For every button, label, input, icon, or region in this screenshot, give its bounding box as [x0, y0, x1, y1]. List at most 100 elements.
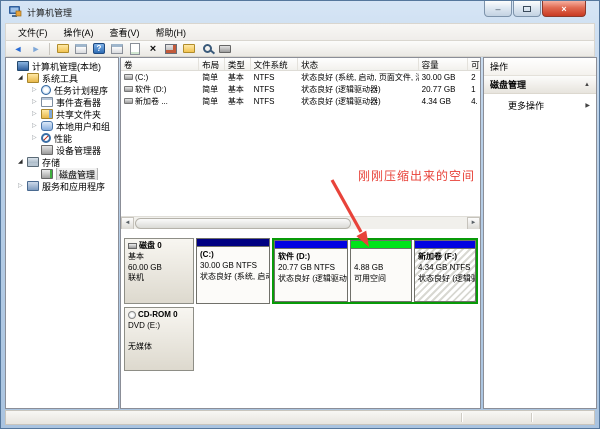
actions-pane: 操作 磁盘管理 ▲ 更多操作 ▶	[483, 57, 597, 409]
cdrom-row: CD-ROM 0 DVD (E:) 无媒体	[124, 307, 194, 371]
forward-icon[interactable]: ►	[29, 42, 43, 55]
sidebar-item-performance[interactable]: ▷ 性能	[6, 132, 118, 144]
menu-view[interactable]: 查看(V)	[102, 24, 148, 41]
logical-drive-bar	[275, 241, 347, 249]
disk-management-pane: 卷 布局 类型 文件系统 状态 容量 可 (C:) 简单 基本 NTFS 状态良…	[120, 57, 481, 409]
export-list-icon[interactable]	[128, 42, 142, 55]
graphical-view: 磁盘 0 基本 60.00 GB 联机 (C:) 30.00 GB NTFS 状…	[121, 229, 480, 391]
search-icon[interactable]	[200, 42, 214, 55]
properties-icon[interactable]	[164, 42, 178, 55]
extended-partition-frame: 软件 (D:) 20.77 GB NTFS 状态良好 (逻辑驱动 4.88 GB…	[272, 238, 478, 304]
status-bar	[5, 410, 595, 425]
toolbar-separator	[49, 43, 50, 55]
column-free-space[interactable]: 可	[468, 58, 480, 70]
help-icon[interactable]: ?	[92, 42, 106, 55]
sidebar-item-services-applications[interactable]: ▷ 服务和应用程序	[6, 180, 118, 192]
sidebar-item-shared-folders[interactable]: ▷ 共享文件夹	[6, 108, 118, 120]
back-icon[interactable]: ◄	[11, 42, 25, 55]
primary-partition-bar	[197, 239, 269, 247]
collapse-arrow-icon[interactable]: ▷	[32, 108, 41, 120]
more-actions-item[interactable]: 更多操作 ▶	[484, 94, 596, 112]
sidebar-item-disk-management[interactable]: 磁盘管理	[6, 168, 118, 180]
volume-icon	[124, 86, 133, 92]
chevron-up-icon[interactable]: ▲	[584, 82, 590, 88]
volume-row-f[interactable]: 新加卷 ... 简单 基本 NTFS 状态良好 (逻辑驱动器) 4.34 GB …	[121, 95, 480, 107]
services-icon	[27, 181, 39, 191]
status-separator	[461, 413, 462, 422]
column-status[interactable]: 状态	[298, 58, 419, 70]
expand-arrow-icon[interactable]: ◢	[18, 156, 27, 168]
sidebar-item-computer-management[interactable]: 计算机管理(本地)	[6, 60, 118, 72]
sidebar-item-system-tools[interactable]: ◢ 系统工具	[6, 72, 118, 84]
column-type[interactable]: 类型	[225, 58, 251, 70]
cd-icon	[128, 311, 136, 319]
partition-d[interactable]: 软件 (D:) 20.77 GB NTFS 状态良好 (逻辑驱动	[274, 240, 348, 302]
disk0-label[interactable]: 磁盘 0 基本 60.00 GB 联机	[124, 238, 194, 304]
menu-file[interactable]: 文件(F)	[10, 24, 56, 41]
sidebar-item-local-users-groups[interactable]: ▷ 本地用户和组	[6, 120, 118, 132]
maximize-button[interactable]	[513, 1, 541, 17]
status-separator	[531, 413, 532, 422]
disk0-row: 磁盘 0 基本 60.00 GB 联机 (C:) 30.00 GB NTFS 状…	[124, 238, 478, 304]
sidebar-item-device-manager[interactable]: 设备管理器	[6, 144, 118, 156]
column-layout[interactable]: 布局	[199, 58, 225, 70]
sidebar-item-storage[interactable]: ◢ 存储	[6, 156, 118, 168]
sidebar-item-task-scheduler[interactable]: ▷ 任务计划程序	[6, 84, 118, 96]
volume-list-header: 卷 布局 类型 文件系统 状态 容量 可	[121, 58, 480, 71]
volume-row-c[interactable]: (C:) 简单 基本 NTFS 状态良好 (系统, 启动, 页面文件, 活动, …	[121, 71, 480, 83]
minimize-button[interactable]: –	[484, 1, 512, 17]
partition-f[interactable]: 新加卷 (F:) 4.34 GB NTFS 状态良好 (逻辑驱	[414, 240, 476, 302]
partition-c[interactable]: (C:) 30.00 GB NTFS 状态良好 (系统, 启动,	[196, 238, 270, 304]
console-window-icon[interactable]	[74, 42, 88, 55]
expand-arrow-icon[interactable]: ◢	[18, 72, 27, 84]
free-space-partition[interactable]: 4.88 GB 可用空间	[350, 240, 412, 302]
close-button[interactable]: ×	[542, 1, 586, 17]
maximize-icon	[523, 6, 531, 12]
logical-drive-bar	[415, 241, 475, 249]
scroll-left-icon[interactable]: ◄	[121, 217, 134, 230]
open-folder-icon[interactable]	[182, 42, 196, 55]
collapse-arrow-icon[interactable]: ▷	[18, 180, 27, 192]
collapse-arrow-icon[interactable]: ▷	[32, 84, 41, 96]
app-icon	[9, 6, 22, 18]
shared-folder-icon	[41, 109, 53, 119]
computer-management-window: 计算机管理 – × 文件(F) 操作(A) 查看(V) 帮助(H) ◄ ► ? …	[0, 0, 600, 429]
menu-bar: 文件(F) 操作(A) 查看(V) 帮助(H)	[5, 23, 595, 40]
delete-icon[interactable]: ×	[146, 42, 160, 55]
cdrom-label[interactable]: CD-ROM 0 DVD (E:) 无媒体	[124, 307, 194, 371]
free-space-bar	[351, 241, 411, 249]
actions-section-disk-management[interactable]: 磁盘管理 ▲	[484, 76, 596, 94]
event-log-icon	[41, 97, 53, 107]
volume-row-d[interactable]: 软件 (D:) 简单 基本 NTFS 状态良好 (逻辑驱动器) 20.77 GB…	[121, 83, 480, 95]
menu-help[interactable]: 帮助(H)	[148, 24, 195, 41]
collapse-arrow-icon[interactable]: ▷	[32, 132, 41, 144]
computer-icon	[17, 61, 29, 71]
toolbar: ◄ ► ? ×	[5, 40, 595, 57]
disk-icon	[41, 169, 53, 179]
help-disk-icon[interactable]	[218, 42, 232, 55]
title-bar: 计算机管理 – ×	[1, 1, 599, 23]
chevron-right-icon: ▶	[585, 102, 590, 109]
sidebar-item-event-viewer[interactable]: ▷ 事件查看器	[6, 96, 118, 108]
scroll-right-icon[interactable]: ►	[467, 217, 480, 230]
actions-header: 操作	[484, 58, 596, 76]
column-capacity[interactable]: 容量	[419, 58, 468, 70]
column-volume[interactable]: 卷	[121, 58, 199, 70]
horizontal-scrollbar[interactable]: ◄ ►	[121, 216, 480, 229]
volume-icon	[124, 98, 133, 104]
console-tree: 计算机管理(本地) ◢ 系统工具 ▷ 任务计划程序 ▷ 事件查看器 ▷ 共享文件…	[5, 57, 119, 409]
menu-action[interactable]: 操作(A)	[56, 24, 102, 41]
collapse-arrow-icon[interactable]: ▷	[32, 96, 41, 108]
scrollbar-thumb[interactable]	[135, 218, 351, 229]
performance-icon	[41, 133, 51, 143]
up-level-icon[interactable]	[56, 42, 70, 55]
collapse-arrow-icon[interactable]: ▷	[32, 120, 41, 132]
disk-icon	[128, 243, 137, 249]
clock-icon	[41, 85, 51, 95]
column-filesystem[interactable]: 文件系统	[251, 58, 298, 70]
console-window2-icon[interactable]	[110, 42, 124, 55]
device-manager-icon	[41, 145, 53, 155]
volume-icon	[124, 74, 133, 80]
tools-icon	[27, 73, 39, 83]
window-title: 计算机管理	[27, 6, 72, 19]
